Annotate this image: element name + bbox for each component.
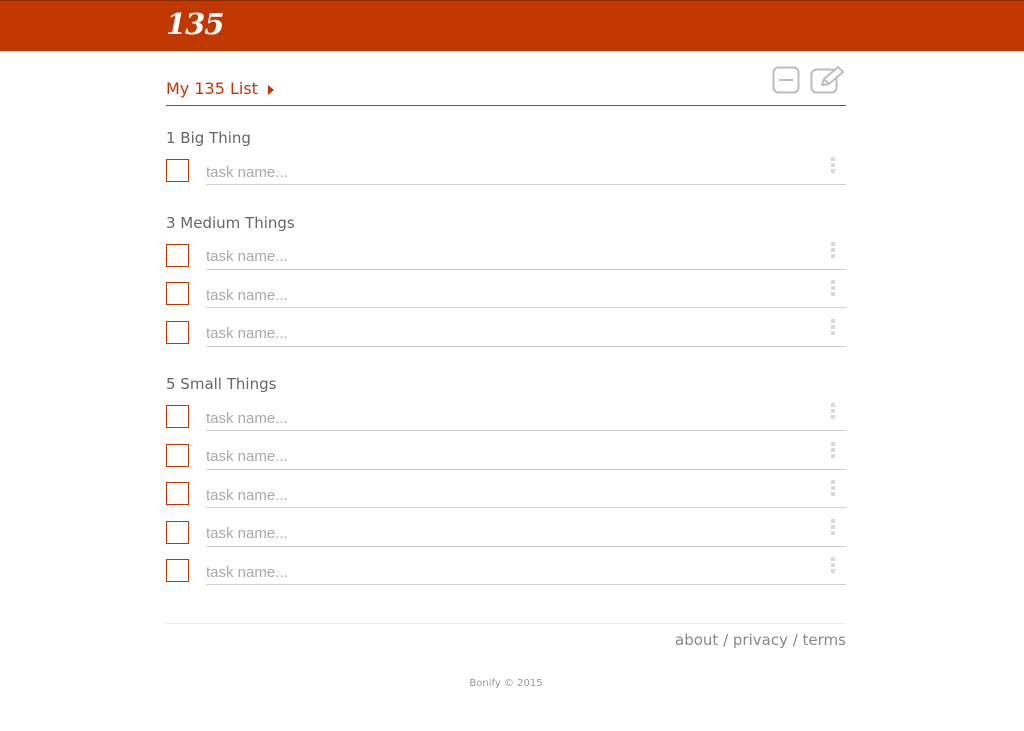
privacy-link[interactable]: privacy — [733, 631, 788, 649]
list-title-text: My 135 List — [166, 79, 258, 98]
app-logo[interactable]: 135 — [166, 7, 225, 41]
section-title-medium: 3 Medium Things — [166, 213, 295, 232]
section-title-small: 5 Small Things — [166, 375, 277, 393]
drag-handle-dots-icon[interactable] — [831, 557, 835, 573]
terms-link[interactable]: terms — [803, 631, 846, 649]
task-row — [166, 511, 846, 551]
drag-handle-dots-icon[interactable] — [831, 480, 835, 496]
task-name-input[interactable] — [206, 311, 846, 347]
drag-handle-dots-icon[interactable] — [831, 241, 835, 258]
task-name-input[interactable] — [206, 473, 846, 508]
drag-handle-dots-icon[interactable] — [831, 518, 835, 535]
about-link[interactable]: about — [675, 631, 718, 649]
task-name-input[interactable] — [206, 434, 846, 470]
task-row — [166, 234, 846, 274]
task-name-input[interactable] — [206, 273, 846, 308]
task-name-input[interactable] — [206, 234, 846, 270]
minus-square-icon[interactable] — [772, 66, 800, 94]
drag-handle-dots-icon[interactable] — [831, 318, 835, 335]
footer-links: about / privacy / terms — [675, 631, 846, 649]
task-checkbox[interactable] — [166, 243, 189, 267]
caret-right-icon — [267, 84, 274, 95]
footer-separator: / — [718, 631, 733, 649]
task-checkbox[interactable] — [166, 320, 189, 344]
drag-handle-dots-icon[interactable] — [831, 280, 835, 296]
section-title-big: 1 Big Thing — [166, 129, 251, 147]
drag-handle-dots-icon[interactable] — [831, 441, 835, 458]
footer-separator: / — [787, 631, 803, 649]
task-name-input[interactable] — [206, 396, 846, 431]
task-row — [166, 396, 846, 435]
task-row — [166, 273, 846, 312]
task-checkbox[interactable] — [166, 520, 189, 544]
task-checkbox[interactable] — [166, 159, 189, 182]
list-title-dropdown[interactable]: My 135 List — [166, 79, 274, 98]
main-content: My 135 List 1 Big Thing task name... 3 M… — [166, 51, 846, 589]
task-row — [166, 473, 846, 512]
task-checkbox[interactable] — [166, 559, 189, 582]
task-row — [166, 434, 846, 474]
edit-pencil-icon[interactable] — [810, 66, 846, 94]
task-row — [166, 150, 846, 189]
drag-handle-dots-icon[interactable] — [831, 157, 835, 173]
footer-divider — [166, 623, 846, 624]
list-header: My 135 List — [166, 51, 846, 106]
task-checkbox[interactable] — [166, 405, 189, 428]
header-actions — [772, 66, 846, 94]
task-name-input[interactable] — [206, 150, 846, 185]
task-checkbox[interactable] — [166, 282, 189, 305]
task-checkbox[interactable] — [166, 443, 189, 467]
task-row — [166, 311, 846, 351]
task-row — [166, 550, 846, 589]
copyright-text: Bonify © 2015 — [469, 678, 543, 689]
drag-handle-dots-icon[interactable] — [831, 403, 835, 419]
task-name-input[interactable] — [206, 511, 846, 547]
task-name-input[interactable] — [206, 550, 846, 585]
top-bar: 135 — [0, 0, 1024, 51]
task-checkbox[interactable] — [166, 482, 189, 505]
